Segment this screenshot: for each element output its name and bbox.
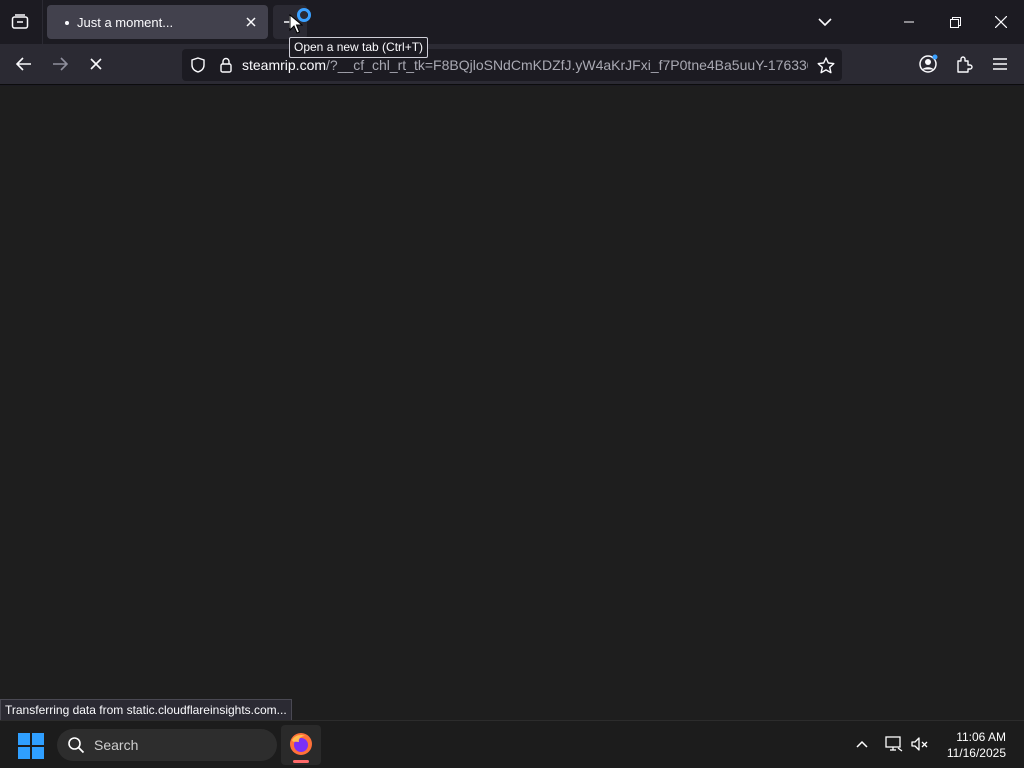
back-button[interactable] <box>10 50 38 78</box>
search-icon <box>68 737 85 754</box>
url-path: /?__cf_chl_rt_tk=F8BQjloSNdCmKDZfJ.yW4aK… <box>326 57 808 73</box>
lock-icon[interactable] <box>216 55 236 75</box>
stop-button[interactable] <box>82 50 110 78</box>
windows-logo-icon[interactable] <box>18 733 44 759</box>
mouse-cursor-icon <box>289 14 303 34</box>
menu-icon <box>993 58 1007 70</box>
clock-time: 11:06 AM <box>956 730 1006 744</box>
search-label: Search <box>94 737 139 753</box>
loading-dot-icon <box>65 21 69 25</box>
navigation-toolbar: steamrip.com/?__cf_chl_rt_tk=F8BQjloSNdC… <box>0 44 1024 85</box>
new-tab-tooltip: Open a new tab (Ctrl+T) <box>289 37 429 58</box>
shield-icon[interactable] <box>188 55 208 75</box>
tab-overview-icon[interactable] <box>8 10 32 34</box>
status-panel: Transferring data from static.cloudflare… <box>0 699 292 721</box>
chevron-up-icon[interactable] <box>851 733 873 755</box>
close-icon <box>995 16 1007 28</box>
url-domain: steamrip.com <box>242 57 327 73</box>
account-button[interactable] <box>914 50 942 78</box>
tab-separator <box>42 0 43 44</box>
active-indicator <box>293 760 309 763</box>
account-icon <box>919 54 938 73</box>
taskbar-search[interactable]: Search <box>57 729 277 761</box>
network-icon[interactable] <box>883 733 905 755</box>
back-arrow-icon <box>16 57 31 71</box>
minimize-icon <box>904 21 914 23</box>
close-window-button[interactable] <box>978 0 1024 44</box>
extensions-icon <box>957 56 973 73</box>
restore-icon <box>949 16 961 28</box>
minimize-button[interactable] <box>886 0 932 44</box>
close-icon[interactable] <box>242 13 260 31</box>
stop-icon <box>90 58 102 70</box>
chevron-down-icon[interactable] <box>813 10 837 34</box>
tab-active[interactable]: Just a moment... <box>47 5 268 39</box>
clock-date: 11/16/2025 <box>946 746 1006 760</box>
firefox-icon <box>290 733 312 755</box>
forward-arrow-icon <box>53 57 68 71</box>
url-bar[interactable]: steamrip.com/?__cf_chl_rt_tk=F8BQjloSNdC… <box>182 49 842 81</box>
star-icon[interactable] <box>814 54 838 76</box>
forward-button[interactable] <box>46 50 74 78</box>
taskbar: Search 11:06 AM 11/16/2025 <box>0 720 1024 768</box>
menu-button[interactable] <box>986 50 1014 78</box>
tab-strip: Just a moment... <box>0 0 1024 44</box>
taskbar-clock[interactable]: 11:06 AM 11/16/2025 <box>947 729 1006 761</box>
tab-title: Just a moment... <box>77 15 174 30</box>
url-text[interactable]: steamrip.com/?__cf_chl_rt_tk=F8BQjloSNdC… <box>242 57 808 73</box>
volume-muted-icon[interactable] <box>909 733 931 755</box>
page-content[interactable] <box>0 86 1024 720</box>
firefox-taskbar-button[interactable] <box>281 725 321 765</box>
extensions-button[interactable] <box>950 50 978 78</box>
restore-button[interactable] <box>932 0 978 44</box>
